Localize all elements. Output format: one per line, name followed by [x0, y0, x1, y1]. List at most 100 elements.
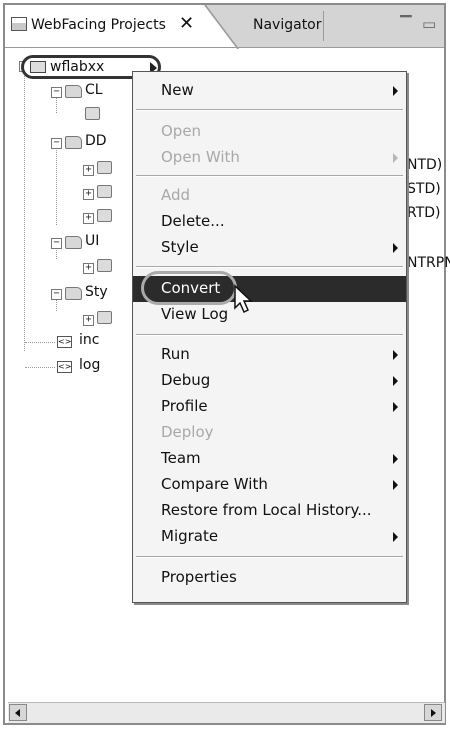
menu-item-profile[interactable]: Profile	[133, 394, 406, 420]
view-tab-bar: WebFacing Projects ✕ Navigator ▔ ▭	[5, 5, 444, 49]
menu-separator	[136, 556, 403, 558]
scroll-left-button[interactable]	[9, 704, 27, 721]
dds-child-expand-toggle[interactable]: +	[83, 165, 94, 176]
submenu-arrow-icon	[393, 153, 398, 163]
dds-child-expand-toggle[interactable]: +	[83, 189, 94, 200]
tree-node-styles[interactable]: Sty	[85, 284, 108, 300]
menu-item-delete-label: Delete...	[161, 212, 225, 230]
menu-item-open-label: Open	[161, 122, 202, 140]
menu-item-new[interactable]: New	[133, 78, 406, 104]
submenu-arrow-icon	[393, 532, 398, 542]
menu-item-restore-local-history-label: Restore from Local History...	[161, 501, 372, 519]
scroll-left-arrow-icon	[15, 709, 20, 717]
dds-child-icon	[97, 209, 112, 222]
style-collapse-toggle[interactable]: −	[51, 289, 62, 300]
menu-item-open-with-label: Open With	[161, 148, 240, 166]
tree-node-fragment: RTD)	[407, 205, 441, 221]
dds-child-icon	[97, 161, 112, 174]
dds-child-expand-toggle[interactable]: +	[83, 213, 94, 224]
tree-node-cl[interactable]: CL	[85, 82, 103, 98]
menu-item-properties[interactable]: Properties	[133, 565, 406, 591]
tree-connector	[56, 145, 57, 225]
menu-item-view-log-label: View Log	[161, 305, 229, 323]
menu-separator	[136, 109, 403, 111]
menu-item-convert[interactable]: Convert	[133, 271, 406, 305]
style-child-icon	[97, 311, 112, 324]
menu-item-restore-local-history[interactable]: Restore from Local History...	[133, 498, 406, 524]
menu-item-style[interactable]: Style	[133, 235, 406, 261]
menu-item-convert-label: Convert	[161, 279, 221, 297]
menu-item-deploy[interactable]: Deploy	[133, 420, 406, 446]
tree-node-ui[interactable]: UI	[85, 233, 99, 249]
style-child-expand-toggle[interactable]: +	[83, 315, 94, 326]
tab-webfacing-projects-label: WebFacing Projects	[31, 17, 166, 33]
submenu-arrow-icon	[393, 350, 398, 360]
menu-item-compare-with[interactable]: Compare With	[133, 472, 406, 498]
submenu-arrow-icon	[393, 402, 398, 412]
projects-view-icon	[11, 17, 27, 31]
menu-item-debug[interactable]: Debug	[133, 368, 406, 394]
cl-folder-icon	[65, 85, 82, 98]
ui-collapse-toggle[interactable]: −	[51, 238, 62, 249]
project-icon	[30, 61, 46, 73]
submenu-arrow-icon	[393, 480, 398, 490]
menu-item-style-label: Style	[161, 238, 199, 256]
menu-item-migrate[interactable]: Migrate	[133, 524, 406, 550]
tree-connector	[25, 342, 55, 343]
menu-item-open-with[interactable]: Open With	[133, 145, 406, 171]
ui-child-icon	[97, 259, 112, 272]
menu-item-profile-label: Profile	[161, 397, 208, 415]
tree-node-inc[interactable]: inc	[79, 332, 99, 348]
menu-item-properties-label: Properties	[161, 568, 237, 586]
ui-child-expand-toggle[interactable]: +	[83, 263, 94, 274]
tab-close-icon[interactable]: ✕	[179, 13, 194, 34]
menu-item-delete[interactable]: Delete...	[133, 209, 406, 235]
tree-node-fragment: NTRPN	[407, 255, 450, 271]
mouse-pointer-icon	[234, 284, 253, 314]
tree-node-fragment: STD)	[407, 181, 441, 197]
include-file-icon: <>	[57, 336, 72, 348]
submenu-arrow-icon	[393, 86, 398, 96]
menu-item-team[interactable]: Team	[133, 446, 406, 472]
menu-separator	[136, 334, 403, 336]
menu-item-add[interactable]: Add	[133, 183, 406, 209]
dds-child-icon	[97, 185, 112, 198]
menu-item-add-label: Add	[161, 186, 191, 204]
maximize-icon[interactable]: ▭	[422, 15, 436, 33]
menu-separator	[136, 266, 403, 268]
menu-item-compare-with-label: Compare With	[161, 475, 268, 493]
tab-webfacing-projects[interactable]: WebFacing Projects ✕	[5, 5, 237, 47]
submenu-arrow-icon	[393, 243, 398, 253]
menu-item-view-log[interactable]: View Log	[133, 302, 406, 328]
cl-collapse-toggle[interactable]: −	[51, 87, 62, 98]
project-root-label: wflabxx	[50, 59, 105, 75]
tree-node-fragment: NTD)	[407, 157, 443, 173]
horizontal-scrollbar[interactable]	[8, 702, 445, 723]
minimize-icon[interactable]: ▔	[400, 15, 412, 33]
menu-item-open[interactable]: Open	[133, 119, 406, 145]
tree-connector	[56, 299, 57, 311]
menu-separator	[136, 175, 403, 177]
scroll-right-button[interactable]	[424, 704, 442, 721]
menu-item-team-label: Team	[161, 449, 201, 467]
webfacing-projects-view: WebFacing Projects ✕ Navigator ▔ ▭ − wfl…	[3, 3, 450, 725]
menu-item-migrate-label: Migrate	[161, 527, 219, 545]
menu-item-run[interactable]: Run	[133, 342, 406, 368]
tree-connector	[25, 367, 55, 368]
cl-child-icon	[85, 107, 100, 120]
project-context-menu: New Open Open With Add Delete... Style C…	[132, 71, 407, 603]
submenu-arrow-icon	[393, 376, 398, 386]
scroll-right-arrow-icon	[431, 709, 436, 717]
tree-node-dds[interactable]: DD	[85, 133, 107, 149]
menu-item-debug-label: Debug	[161, 371, 211, 389]
submenu-arrow-icon	[393, 454, 398, 464]
log-file-icon: <>	[57, 361, 72, 373]
menu-item-new-label: New	[161, 81, 194, 99]
menu-item-run-label: Run	[161, 345, 190, 363]
tab-navigator[interactable]: Navigator	[253, 17, 322, 33]
style-folder-icon	[65, 287, 82, 300]
dds-collapse-toggle[interactable]: −	[51, 138, 62, 149]
tree-node-log[interactable]: log	[79, 357, 100, 373]
ui-folder-icon	[65, 236, 82, 249]
menu-item-deploy-label: Deploy	[161, 423, 214, 441]
